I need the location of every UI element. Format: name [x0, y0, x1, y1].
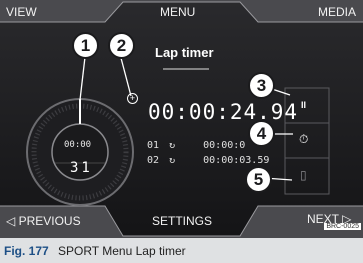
delete-icon: ▯ [300, 168, 307, 182]
caption-text: SPORT Menu Lap timer [58, 244, 186, 258]
callout-3: 3 [248, 72, 275, 99]
stopwatch-button[interactable]: ⏱ [285, 123, 329, 158]
lap-dial [26, 98, 134, 206]
figure-number: Fig. 177 [4, 244, 49, 258]
left-arrow-icon: ◁ [6, 214, 16, 228]
stopwatch-icon: ⏱ [299, 132, 309, 146]
dial-time: 00:00 [64, 140, 92, 150]
reference-code: BRC-0025 [324, 223, 361, 230]
pause-icon: II [301, 100, 307, 110]
lap-time: 00:00:03.59 [203, 155, 270, 166]
callout-1: 1 [72, 32, 99, 59]
settings-button[interactable]: SETTINGS [152, 214, 212, 228]
media-button[interactable]: MEDIA [318, 5, 356, 19]
main-time: 00:00:24.94 [148, 100, 299, 124]
pause-button[interactable]: II [285, 88, 329, 123]
menu-button[interactable]: MENU [160, 5, 195, 19]
page-title: Lap timer [155, 45, 214, 60]
lap-time: 00:00:0 [203, 140, 246, 151]
view-button[interactable]: VIEW [6, 5, 37, 19]
dial-lap-count: 31 [70, 160, 93, 176]
delete-button[interactable]: ▯ [285, 158, 329, 194]
lap-icon: ↻ [169, 140, 176, 151]
lap-number: 01 [147, 140, 160, 151]
lap-icon: ↻ [169, 155, 176, 166]
previous-button[interactable]: ◁ PREVIOUS [6, 214, 81, 228]
add-lap-icon[interactable]: + [127, 93, 138, 104]
infotainment-screen: VIEW MENU MEDIA ◁ PREVIOUS SETTINGS NEXT… [0, 0, 363, 238]
previous-label: PREVIOUS [18, 214, 81, 228]
callout-2: 2 [108, 32, 135, 59]
callout-4: 4 [248, 120, 275, 147]
callout-5: 5 [245, 166, 272, 193]
lap-number: 02 [147, 155, 160, 166]
